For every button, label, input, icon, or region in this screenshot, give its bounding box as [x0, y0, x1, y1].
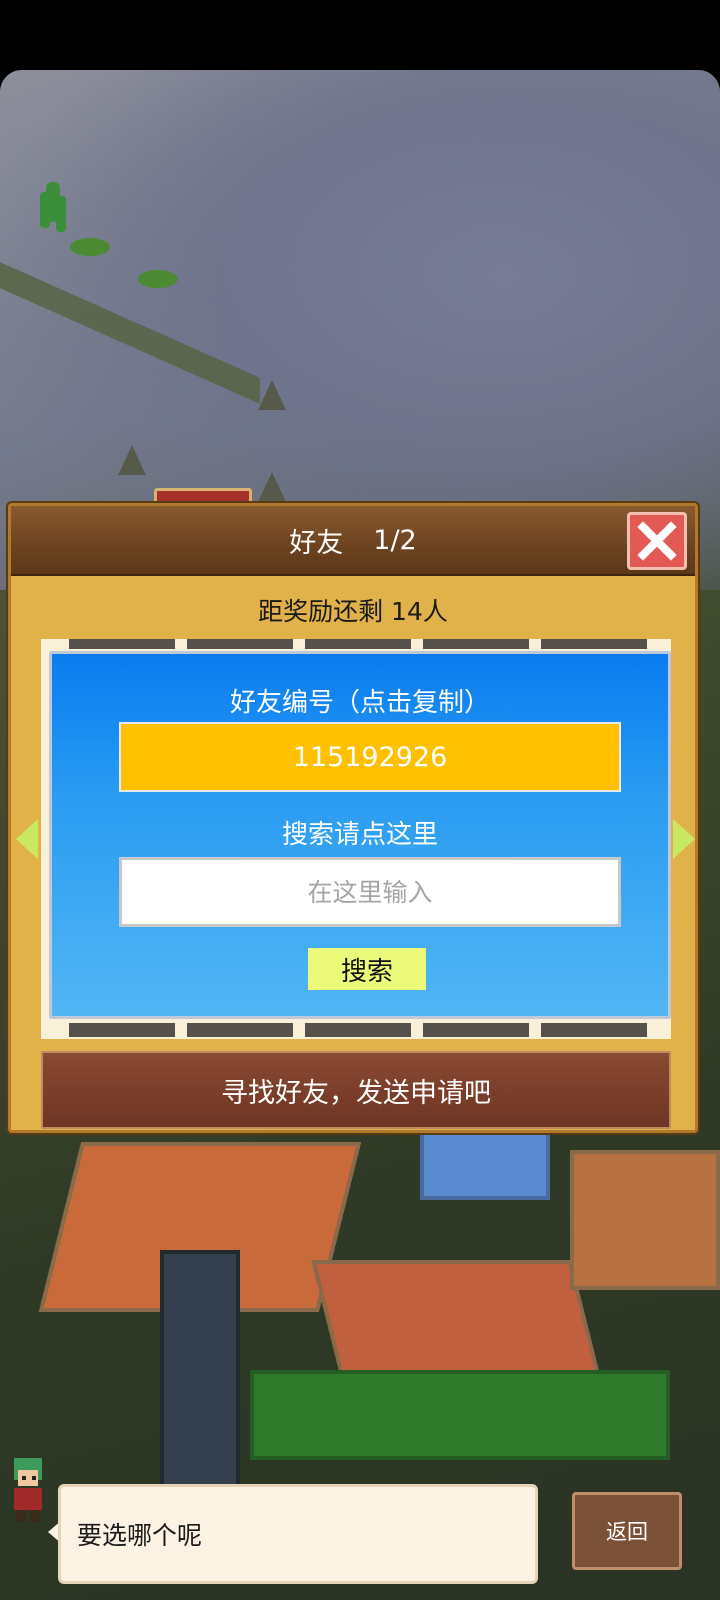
friend-code-panel: 好友编号（点击复制） 115192926 搜索请点这里 搜索	[49, 651, 671, 1019]
building-room[interactable]	[420, 1130, 550, 1200]
list-slot-divider	[69, 639, 175, 649]
search-label: 搜索请点这里	[281, 820, 438, 850]
list-slot-divider	[305, 1023, 411, 1037]
speech-text: 要选哪个呢	[77, 1521, 203, 1550]
next-page-arrow-icon[interactable]	[673, 819, 695, 859]
reward-remaining-text: 距奖励还剩 14人	[258, 597, 448, 626]
npc-avatar	[2, 1452, 54, 1524]
garden-hedge	[250, 1370, 670, 1460]
friend-code-label: 好友编号（点击复制）	[229, 688, 490, 718]
dialog-header: 好友 1/2	[11, 506, 695, 576]
list-slot-divider	[69, 1023, 175, 1037]
list-slot-divider	[187, 639, 293, 649]
list-slot-divider	[423, 1023, 529, 1037]
cactus-sprite	[46, 182, 60, 222]
clock-tower[interactable]	[160, 1250, 240, 1510]
find-friends-banner[interactable]: 寻找好友，发送申请吧	[41, 1051, 671, 1129]
close-icon	[637, 521, 677, 561]
back-button[interactable]: 返回	[572, 1492, 682, 1570]
list-slot-divider	[305, 639, 411, 649]
rock-sprite	[258, 380, 286, 410]
dialog-title: 好友	[289, 527, 344, 559]
page-indicator: 1/2	[373, 524, 417, 556]
prev-page-arrow-icon[interactable]	[16, 819, 38, 859]
list-slot-divider	[423, 639, 529, 649]
list-slot-divider	[541, 639, 647, 649]
rock-sprite	[258, 472, 286, 502]
rock-sprite	[118, 445, 146, 475]
list-slot-divider	[187, 1023, 293, 1037]
npc-speech-bubble: 要选哪个呢	[58, 1484, 538, 1584]
building-room[interactable]	[570, 1150, 720, 1290]
friend-code-copy-button[interactable]: 115192926	[119, 722, 621, 792]
bush-sprite	[138, 270, 178, 288]
bush-sprite	[70, 238, 110, 256]
search-input[interactable]	[119, 857, 621, 927]
friends-dialog: 好友 1/2 距奖励还剩 14人 好友编号（点击复制） 115192926 搜索…	[8, 503, 698, 1133]
list-slot-divider	[541, 1023, 647, 1037]
search-button[interactable]: 搜索	[308, 948, 426, 990]
close-button[interactable]	[627, 512, 687, 570]
